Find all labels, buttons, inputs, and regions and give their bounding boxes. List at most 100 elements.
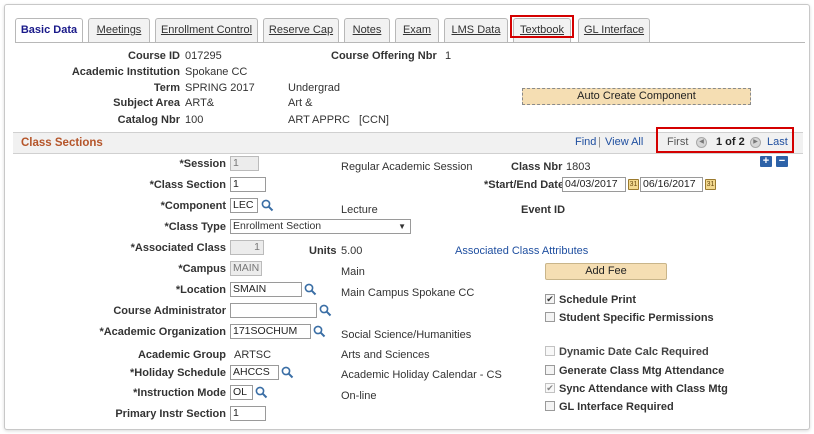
class-section-field[interactable]: 1 (230, 177, 266, 192)
tab-gl-interface[interactable]: GL Interface (578, 18, 650, 42)
component-field[interactable]: LEC (230, 198, 258, 213)
acad-org-search-icon[interactable] (313, 325, 326, 338)
acad-group-label: Academic Group (137, 349, 226, 361)
tab-basic-data[interactable]: Basic Data (15, 18, 83, 43)
student-specific-label: Student Specific Permissions (559, 312, 714, 324)
class-nbr-value: 1803 (566, 161, 591, 173)
pagination-highlight (656, 127, 794, 153)
catalog-desc: ART APPRC (288, 114, 350, 126)
units-value: 5.00 (341, 245, 363, 257)
chevron-down-icon: ▼ (398, 222, 406, 231)
instr-mode-desc: On-line (341, 390, 377, 402)
units-label: Units (309, 245, 337, 257)
tab-enrollment-control[interactable]: Enrollment Control (155, 18, 258, 42)
gl-interface-checkbox[interactable] (545, 401, 555, 411)
class-type-value: Enrollment Section (233, 220, 322, 232)
remove-row-icon[interactable]: − (776, 156, 788, 167)
component-label: *Component (160, 200, 226, 212)
session-field: 1 (230, 156, 259, 171)
holiday-label: *Holiday Schedule (130, 367, 226, 379)
assoc-class-field: 1 (230, 240, 264, 255)
schedule-print-label: Schedule Print (559, 294, 637, 306)
campus-field: MAIN (230, 261, 262, 276)
class-type-select[interactable]: Enrollment Section ▼ (230, 219, 411, 234)
gen-class-mtg-label: Generate Class Mtg Attendance (559, 365, 725, 377)
tab-label: GL Interface (583, 24, 645, 36)
component-desc: Lecture (341, 204, 378, 216)
event-id-label: Event ID (521, 204, 566, 216)
sync-attendance-label: Sync Attendance with Class Mtg (559, 383, 728, 395)
location-field[interactable]: SMAIN (230, 282, 302, 297)
tab-label: Exam (402, 24, 432, 36)
course-admin-field[interactable] (230, 303, 317, 318)
assoc-class-label: *Associated Class (130, 242, 226, 254)
start-calendar-icon[interactable]: 31 (628, 179, 639, 190)
location-desc: Main Campus Spokane CC (341, 287, 475, 299)
sync-attendance-checkbox: ✔ (545, 383, 555, 393)
course-id-value: 017295 (185, 50, 222, 62)
tab-meetings[interactable]: Meetings (88, 18, 150, 42)
catalog-value: 100 (185, 114, 204, 126)
dynamic-date-label: Dynamic Date Calc Required (559, 346, 709, 358)
session-label: *Session (179, 158, 226, 170)
subject-desc: Art & (288, 97, 313, 109)
location-label: *Location (175, 284, 226, 296)
student-specific-checkbox[interactable] (545, 312, 555, 322)
course-id-label: Course ID (128, 50, 180, 62)
schedule-print-checkbox[interactable]: ✔ (545, 294, 555, 304)
component-search-icon[interactable] (261, 199, 274, 212)
campus-label: *Campus (178, 263, 226, 275)
end-date-field[interactable]: 06/16/2017 (640, 177, 703, 192)
tab-notes[interactable]: Notes (344, 18, 390, 42)
class-type-label: *Class Type (164, 221, 226, 233)
offering-nbr-value: 1 (445, 50, 452, 62)
instr-mode-field[interactable]: OL (230, 385, 253, 400)
term-career: Undergrad (288, 82, 340, 94)
campus-desc: Main (341, 266, 365, 278)
auto-create-component-button[interactable]: Auto Create Component (522, 88, 751, 105)
tab-label: Reserve Cap (268, 24, 334, 36)
gen-class-mtg-checkbox[interactable] (545, 365, 555, 375)
add-row-icon[interactable]: + (760, 156, 772, 167)
tab-label: Notes (352, 24, 382, 36)
location-search-icon[interactable] (304, 283, 317, 296)
subject-label: Subject Area (113, 97, 180, 109)
term-value: SPRING 2017 (185, 82, 255, 94)
tab-exam[interactable]: Exam (395, 18, 439, 42)
acad-org-field[interactable]: 171SOCHUM (230, 324, 311, 339)
course-admin-label: Course Administrator (113, 305, 226, 317)
acad-group-value: ARTSC (234, 349, 272, 361)
primary-instr-label: Primary Instr Section (115, 408, 226, 420)
session-desc: Regular Academic Session (341, 161, 473, 173)
catalog-ccn: [CCN] (359, 114, 389, 126)
holiday-search-icon[interactable] (281, 366, 294, 379)
offering-nbr-label: Course Offering Nbr (331, 50, 437, 62)
primary-instr-field[interactable]: 1 (230, 406, 266, 421)
instr-mode-search-icon[interactable] (255, 386, 268, 399)
institution-value: Spokane CC (185, 66, 248, 78)
class-nbr-label: Class Nbr (511, 161, 563, 173)
tab-reserve-cap[interactable]: Reserve Cap (263, 18, 339, 42)
add-fee-button[interactable]: Add Fee (545, 263, 667, 280)
tab-divider (15, 42, 805, 43)
assoc-attr-link[interactable]: Associated Class Attributes (455, 245, 588, 257)
subject-value: ART& (185, 97, 215, 109)
acad-org-label: *Academic Organization (99, 326, 226, 338)
term-label: Term (153, 82, 180, 94)
instr-mode-label: *Instruction Mode (133, 387, 226, 399)
institution-label: Academic Institution (71, 66, 180, 78)
holiday-field[interactable]: AHCCS (230, 365, 279, 380)
section-title: Class Sections (21, 137, 103, 149)
find-link[interactable]: Find (575, 136, 596, 148)
class-section-label: *Class Section (149, 179, 226, 191)
start-date-field[interactable]: 04/03/2017 (562, 177, 626, 192)
end-calendar-icon[interactable]: 31 (705, 179, 716, 190)
tab-label: Meetings (96, 24, 142, 36)
view-all-link[interactable]: View All (605, 136, 643, 148)
tab-lms-data[interactable]: LMS Data (444, 18, 508, 42)
course-admin-search-icon[interactable] (319, 304, 332, 317)
start-end-label: *Start/End Date (484, 179, 565, 191)
tab-label: Basic Data (20, 24, 78, 36)
app-frame: Basic Data Meetings Enrollment Control R… (4, 4, 810, 430)
catalog-label: Catalog Nbr (117, 114, 180, 126)
